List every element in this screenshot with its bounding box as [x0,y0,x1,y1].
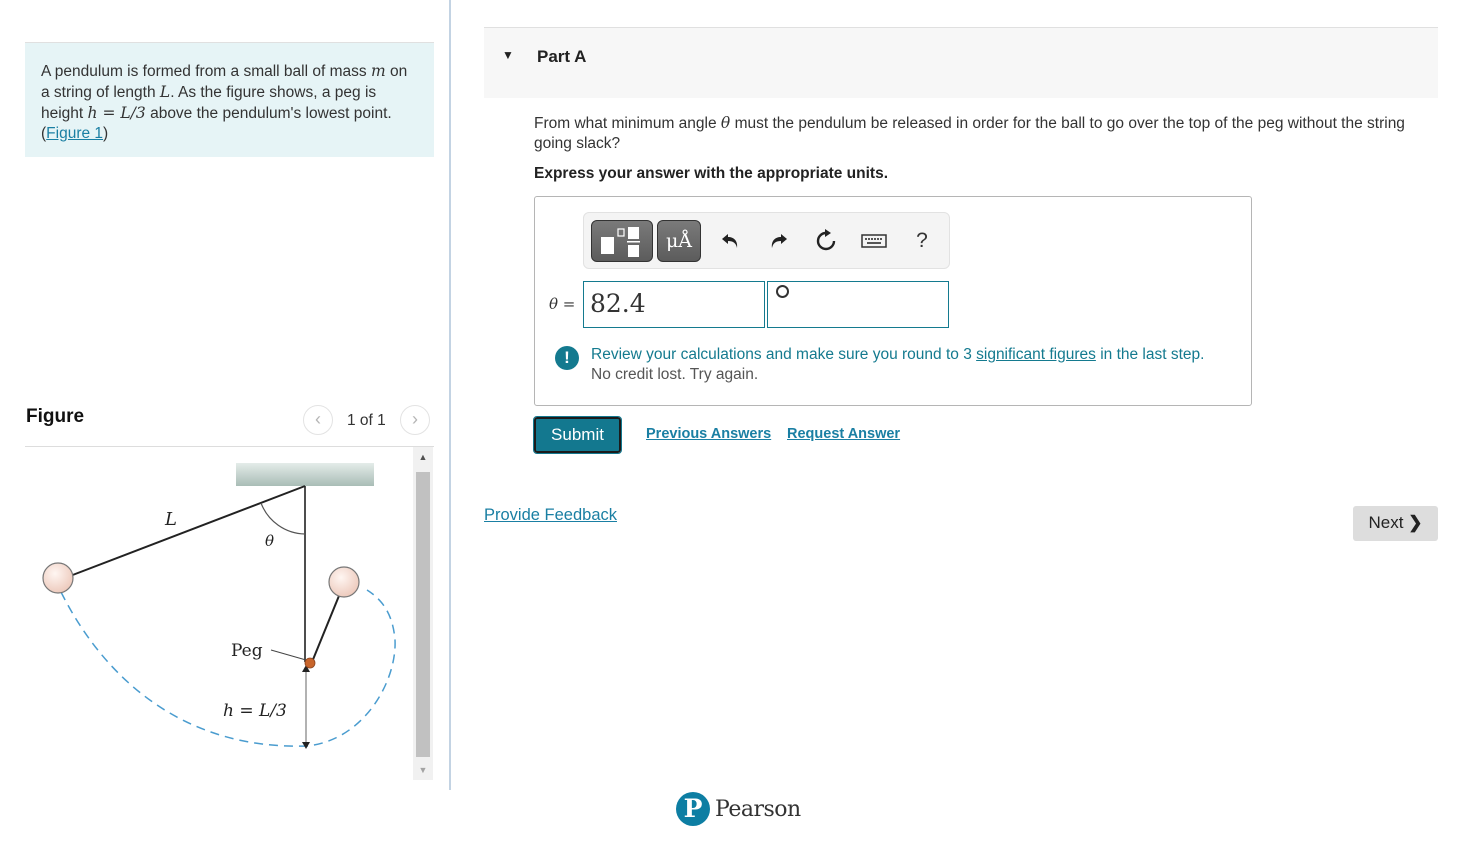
scroll-up-arrow-icon[interactable]: ▲ [413,447,433,467]
intro-text: A pendulum is formed from a small ball o… [41,63,371,80]
label-theta: θ [265,532,274,550]
var-L: L [159,83,171,101]
figure-pager: 1 of 1 [347,412,386,429]
problem-intro: A pendulum is formed from a small ball o… [25,42,434,157]
significant-figures-link[interactable]: significant figures [976,346,1096,363]
pearson-wordmark: Pearson [715,796,801,822]
part-a-header[interactable]: ▼ Part A [484,27,1438,98]
templates-icon [601,227,640,257]
ceiling [236,463,374,486]
ball-path [60,589,396,747]
feedback-text: in the last step. [1095,346,1205,363]
chevron-right-icon: › [412,409,418,429]
answer-variable-label: θ = [549,295,575,313]
pendulum-figure: L θ Peg h = L/3 [42,463,396,749]
alert-icon: ! [555,346,579,370]
left-panel: A pendulum is formed from a small ball o… [0,0,450,845]
pearson-brand: P Pearson [676,791,801,827]
submit-button[interactable]: Submit [533,416,622,454]
undo-icon[interactable] [716,226,746,256]
var-h: h [87,104,98,122]
equals: = [97,104,121,122]
answer-box: μÅ ? θ = 82.4 ! Review your calculations… [534,196,1252,406]
request-answer-link[interactable]: Request Answer [787,426,900,442]
figure-prev-button[interactable]: ‹ [303,405,333,435]
question-part: From what minimum angle [534,115,721,132]
peg [304,657,316,669]
label-L: L [164,509,177,530]
var-theta: θ [720,114,731,132]
intro-text: ) [103,125,109,142]
degree-icon [776,285,789,298]
next-label: Next [1368,513,1404,532]
provide-feedback-link[interactable]: Provide Feedback [484,506,617,525]
scroll-down-arrow-icon[interactable]: ▼ [413,760,433,780]
question-text: From what minimum angle θ must the pendu… [534,113,1424,154]
figure-next-button[interactable]: › [400,405,430,435]
peg-pointer [270,649,307,661]
label-height: h = L/3 [223,701,287,721]
figure-title: Figure [26,406,85,427]
answer-unit-input[interactable] [767,281,949,328]
var-m: m [370,62,386,80]
answer-instruction: Express your answer with the appropriate… [534,165,889,182]
feedback-line2: No credit lost. Try again. [591,366,759,383]
ball-start [42,562,74,594]
figure-scrollbar[interactable]: ▲ ▼ [413,447,433,780]
part-title: Part A [537,47,587,66]
units-button[interactable]: μÅ [657,220,701,262]
answer-value-input[interactable]: 82.4 [583,281,765,328]
next-button[interactable]: Next ❯ [1353,506,1438,541]
theta-equals: θ = [549,295,576,313]
keyboard-icon[interactable] [859,226,889,256]
templates-button[interactable] [591,220,653,262]
help-button[interactable]: ? [907,226,937,256]
label-peg: Peg [231,641,263,661]
feedback-line1: Review your calculations and make sure y… [591,346,1204,364]
figure-header: Figure ‹ 1 of 1 › [25,403,434,447]
var-ratio: L/3 [120,104,146,122]
redo-icon[interactable] [763,226,793,256]
angle-arc [260,502,306,535]
chevron-right-icon: ❯ [1408,513,1423,532]
scroll-thumb[interactable] [416,472,430,757]
previous-answers-link[interactable]: Previous Answers [646,426,771,442]
panel-divider[interactable] [449,0,451,790]
collapse-caret-icon[interactable]: ▼ [502,48,514,62]
chevron-left-icon: ‹ [315,409,321,429]
reset-icon[interactable] [811,226,841,256]
pendulum-string [69,485,306,577]
math-toolbar: μÅ ? [583,212,950,269]
ball-end [328,566,360,598]
pearson-logo-icon: P [676,792,710,826]
feedback-text: Review your calculations and make sure y… [591,346,977,363]
figure-viewport: L θ Peg h = L/3 [25,450,435,780]
figure-link[interactable]: Figure 1 [46,125,103,142]
peg-string [311,585,344,663]
